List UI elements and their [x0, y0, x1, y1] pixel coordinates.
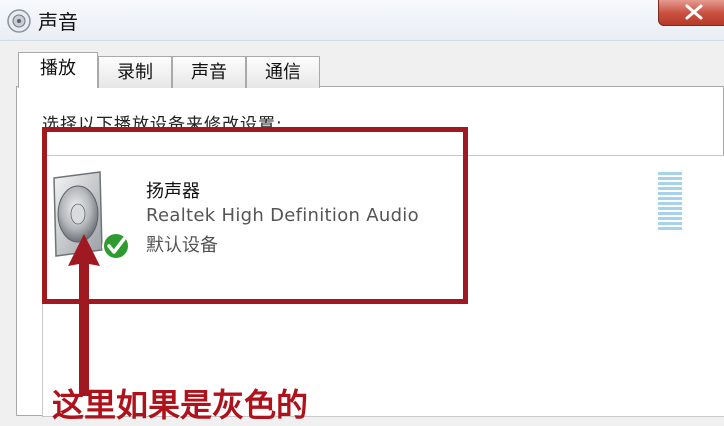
annotation-caption: 这里如果是灰色的 [52, 386, 309, 424]
title-bar: 声音 [0, 0, 724, 41]
tab-recording[interactable]: 录制 [98, 56, 172, 88]
close-button[interactable] [658, 0, 724, 26]
tab-playback[interactable]: 播放 [18, 52, 98, 88]
close-icon [685, 4, 703, 20]
volume-level-meter [658, 172, 682, 236]
tab-sounds[interactable]: 声音 [172, 56, 246, 88]
speaker-app-icon [7, 9, 31, 33]
annotation-arrow-icon [68, 234, 100, 396]
tab-communications[interactable]: 通信 [246, 56, 320, 88]
window-title: 声音 [38, 10, 78, 34]
